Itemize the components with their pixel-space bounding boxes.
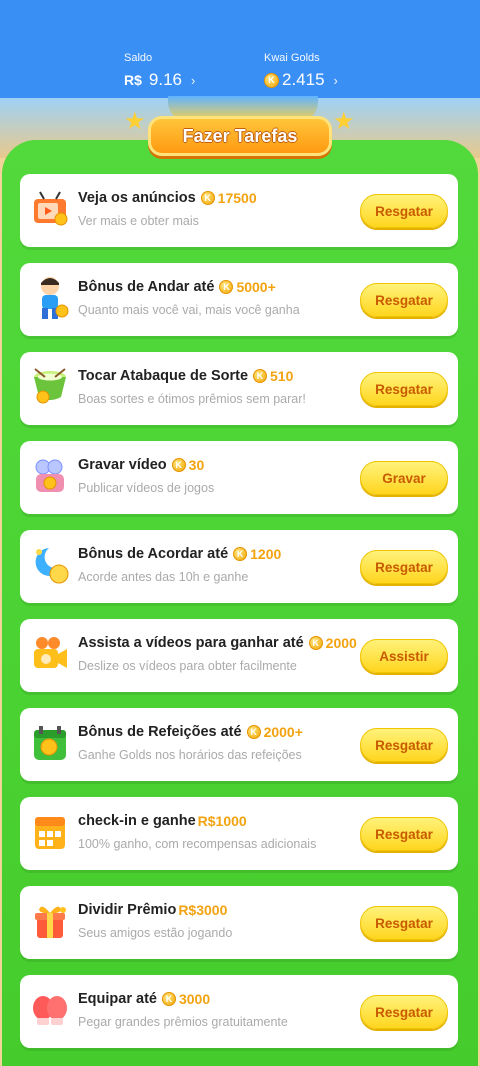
golds-label: Kwai Golds xyxy=(264,52,320,64)
task-reward: 17500 xyxy=(217,190,257,206)
task-title: Gravar vídeo xyxy=(78,457,167,473)
task-reward: 5000+ xyxy=(236,279,276,295)
golds-stat[interactable]: Kwai Golds K 2.415 › xyxy=(264,52,338,90)
gold-coin-icon: K xyxy=(308,636,323,650)
task-title: Bônus de Refeições até xyxy=(78,724,242,740)
golds-value: 2.415 xyxy=(282,70,325,89)
saldo-label: Saldo xyxy=(124,52,153,64)
wallet-header: Saldo R$ 9.16 › Kwai Golds K 2.415 › xyxy=(0,0,480,98)
task-subtitle: 100% ganho, com recompensas adicionais xyxy=(78,837,317,851)
task-action-button[interactable]: Resgatar xyxy=(360,906,448,940)
task-title: Bônus de Acordar até xyxy=(78,546,229,562)
chevron-right-icon: › xyxy=(191,72,196,88)
task-action-button[interactable]: Resgatar xyxy=(360,283,448,317)
saldo-currency: R$ xyxy=(124,72,142,88)
chevron-right-icon: › xyxy=(333,72,338,88)
task-subtitle: Publicar vídeos de jogos xyxy=(78,481,215,495)
task-reward: 510 xyxy=(270,368,294,384)
task-list: Veja os anúncios K 17500 Ver mais e obter m… xyxy=(20,174,458,1064)
walking-boy-icon xyxy=(27,275,73,321)
gold-coin-icon: K xyxy=(171,458,186,472)
task-title-row: Gravar vídeo K 30 xyxy=(78,457,204,473)
task-title: Assista a vídeos para ganhar até xyxy=(78,635,304,651)
task-action-button[interactable]: Gravar xyxy=(360,461,448,495)
task-title: Equipar até xyxy=(78,991,157,1007)
task-action-button[interactable]: Assistir xyxy=(360,639,448,673)
task-title-row: Bônus de Acordar até K 1200 xyxy=(78,546,281,562)
task-reward: 2000+ xyxy=(263,724,303,740)
task-card: Tocar Atabaque de Sorte K 510 Boas sortes e… xyxy=(20,352,458,425)
task-action-button[interactable]: Resgatar xyxy=(360,550,448,584)
task-card: Equipar até K 3000 Pegar grandes prêmios gr… xyxy=(20,975,458,1048)
drum-icon xyxy=(27,364,73,410)
task-title-row: Equipar até K 3000 xyxy=(78,991,210,1007)
task-reward: 1200 xyxy=(250,546,282,562)
gold-coin-icon: K xyxy=(161,992,176,1006)
task-subtitle: Seus amigos estão jogando xyxy=(78,926,233,940)
task-reward: 3000 xyxy=(178,991,211,1007)
task-subtitle: Deslize os vídeos para obter facilmente xyxy=(78,659,297,673)
task-title: Tocar Atabaque de Sorte xyxy=(78,368,249,384)
task-title-row: Veja os anúncios K 17500 xyxy=(78,190,257,206)
moon-alarm-icon xyxy=(27,542,73,588)
task-card: Dividir Prêmio R$3000 Seus amigos estão jo… xyxy=(20,886,458,959)
task-card: Bônus de Andar até K 5000+ Quanto mais você… xyxy=(20,263,458,336)
task-reward: 30 xyxy=(188,457,205,473)
video-camera-icon xyxy=(27,453,73,499)
task-title-row: Tocar Atabaque de Sorte K 510 xyxy=(78,368,293,384)
task-card: Veja os anúncios K 17500 Ver mais e obter m… xyxy=(20,174,458,247)
task-subtitle: Boas sortes e ótimos prêmios sem parar! xyxy=(78,392,306,406)
calendar-checkin-icon xyxy=(27,809,73,855)
saldo-value: 9.16 xyxy=(148,70,182,89)
task-reward: R$1000 xyxy=(197,813,247,829)
task-subtitle: Quanto mais você vai, mais você ganha xyxy=(78,303,300,317)
meal-calendar-icon xyxy=(27,720,73,766)
gold-coin-icon: K xyxy=(219,280,234,294)
tv-ads-icon xyxy=(27,186,73,232)
gift-box-icon xyxy=(27,898,73,944)
gold-coin-icon: K xyxy=(253,369,268,383)
task-card: Bônus de Refeições até K 2000+ Ganhe Golds … xyxy=(20,708,458,781)
task-action-button[interactable]: Resgatar xyxy=(360,728,448,762)
task-title: check-in e ganhe xyxy=(78,813,196,829)
task-action-button[interactable]: Resgatar xyxy=(360,372,448,406)
saldo-stat[interactable]: Saldo R$ 9.16 › xyxy=(124,52,195,90)
task-card: Assista a vídeos para ganhar até K 2000 Des… xyxy=(20,619,458,692)
task-title-row: check-in e ganhe R$1000 xyxy=(78,813,247,829)
gold-coin-icon: K xyxy=(264,72,279,88)
task-title-row: Bônus de Andar até K 5000+ xyxy=(78,279,276,295)
section-title: Fazer Tarefas xyxy=(148,116,332,156)
task-action-button[interactable]: Resgatar xyxy=(360,817,448,851)
gold-coin-icon: K xyxy=(233,547,248,561)
task-reward: 2000 xyxy=(325,635,357,651)
task-subtitle: Ver mais e obter mais xyxy=(78,214,199,228)
star-icon: ★ xyxy=(124,108,146,135)
task-subtitle: Ganhe Golds nos horários das refeições xyxy=(78,748,302,762)
task-title: Veja os anúncios xyxy=(78,190,196,206)
task-subtitle: Acorde antes das 10h e ganhe xyxy=(78,570,249,584)
task-action-button[interactable]: Resgatar xyxy=(360,194,448,228)
task-card: check-in e ganhe R$1000 100% ganho, com re… xyxy=(20,797,458,870)
boxing-gloves-icon xyxy=(27,987,73,1033)
task-card: Bônus de Acordar até K 1200 Acorde antes da… xyxy=(20,530,458,603)
task-title: Bônus de Andar até xyxy=(78,279,215,295)
task-subtitle: Pegar grandes prêmios gratuitamente xyxy=(78,1015,288,1029)
movie-camera-icon xyxy=(27,631,73,677)
task-card: Gravar vídeo K 30 Publicar vídeos de jogos G… xyxy=(20,441,458,514)
task-action-button[interactable]: Resgatar xyxy=(360,995,448,1029)
task-title: Dividir Prêmio xyxy=(78,902,177,918)
gold-coin-icon: K xyxy=(200,191,215,205)
task-reward: R$3000 xyxy=(178,902,228,918)
task-title-row: Dividir Prêmio R$3000 xyxy=(78,902,227,918)
task-title-row: Bônus de Refeições até K 2000+ xyxy=(78,724,303,740)
gold-coin-icon: K xyxy=(246,725,261,739)
star-icon: ★ xyxy=(333,108,355,135)
task-title-row: Assista a vídeos para ganhar até K 2000 xyxy=(78,635,357,651)
